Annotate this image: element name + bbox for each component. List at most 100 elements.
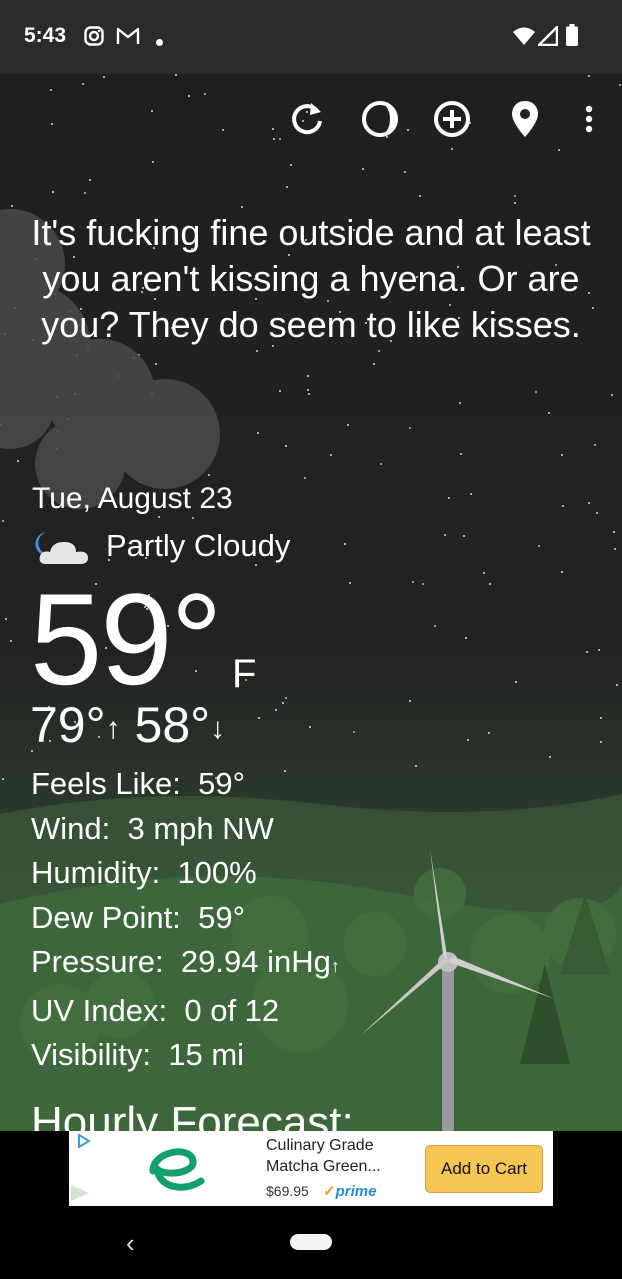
star	[10, 640, 12, 642]
detail-visibility: Visibility: 15 mi	[31, 1037, 245, 1072]
star	[307, 375, 309, 377]
star	[286, 186, 288, 188]
condition-text: Partly Cloudy	[106, 528, 291, 563]
star	[415, 765, 417, 767]
back-icon[interactable]: ‹	[126, 1228, 135, 1259]
moon-phase-icon[interactable]	[357, 96, 403, 142]
star	[308, 393, 310, 395]
star	[600, 717, 602, 719]
star	[89, 179, 91, 181]
star	[404, 171, 406, 173]
star	[586, 651, 588, 653]
star	[258, 717, 260, 719]
star	[434, 625, 436, 627]
temperature-unit: F	[232, 652, 257, 696]
low-temperature: 58°	[134, 697, 211, 753]
star	[84, 192, 86, 194]
ad-product-title[interactable]: Culinary Grade Matcha Green...	[266, 1135, 416, 1177]
star	[488, 732, 490, 734]
star	[616, 684, 618, 686]
star	[549, 756, 551, 758]
snarky-quote: It's fucking fine outside and at least y…	[31, 212, 591, 345]
star	[419, 195, 421, 197]
status-bar: 5:43	[0, 0, 622, 74]
weather-scene: It's fucking fine outside and at least y…	[0, 74, 622, 1131]
star	[598, 649, 600, 651]
ad-price: $69.95	[266, 1183, 309, 1199]
add-location-icon[interactable]	[429, 96, 475, 142]
star	[152, 161, 154, 163]
star	[362, 168, 364, 170]
product-logo-icon	[143, 1137, 207, 1204]
notification-dot-icon	[156, 33, 163, 51]
star	[422, 583, 424, 585]
star	[465, 637, 467, 639]
detail-humidity: Humidity: 100%	[31, 855, 257, 890]
star	[290, 164, 292, 166]
star	[50, 89, 52, 91]
home-pill[interactable]	[290, 1234, 332, 1250]
ad-choices-icon[interactable]	[77, 1133, 91, 1153]
refresh-icon[interactable]	[284, 96, 330, 142]
star	[330, 454, 332, 456]
add-to-cart-button[interactable]: Add to Cart	[425, 1145, 543, 1193]
arrow-up-icon: ↑	[105, 712, 121, 745]
star	[596, 512, 598, 514]
current-date: Tue, August 23	[32, 482, 233, 515]
star	[600, 741, 602, 743]
toolbar	[0, 96, 622, 146]
star	[548, 412, 550, 414]
star	[611, 394, 613, 396]
ad-banner[interactable]: Culinary Grade Matcha Green... $69.95 ✓p…	[69, 1131, 553, 1206]
star	[451, 148, 453, 150]
star	[204, 93, 206, 95]
star	[515, 681, 517, 683]
star	[279, 390, 281, 392]
location-pin-icon[interactable]	[502, 96, 548, 142]
star	[275, 709, 277, 711]
star	[588, 75, 590, 77]
star	[309, 726, 311, 728]
star	[285, 445, 287, 447]
star	[459, 402, 461, 404]
star	[594, 444, 596, 446]
detail-feels-like: Feels Like: 59°	[31, 766, 246, 801]
star	[562, 505, 564, 507]
star	[373, 363, 375, 365]
weather-details: Feels Like: 59° Wind: 3 mph NW Humidity:…	[31, 762, 340, 1078]
ad-play-icon	[69, 1183, 91, 1208]
star	[448, 497, 450, 499]
star	[467, 739, 469, 741]
overflow-menu-icon[interactable]	[566, 96, 612, 142]
star	[285, 697, 287, 699]
star	[489, 583, 491, 585]
star	[380, 463, 382, 465]
star	[614, 548, 616, 550]
star	[409, 700, 411, 702]
star	[257, 432, 259, 434]
ad-prime-badge: ✓prime	[323, 1183, 377, 1200]
star	[619, 84, 621, 86]
battery-icon	[566, 24, 578, 51]
hourly-forecast-heading: Hourly Forecast:	[31, 1098, 354, 1131]
star	[52, 191, 54, 193]
star	[483, 572, 485, 574]
star	[558, 149, 560, 151]
high-low-row: 79°↑ 58°↓	[30, 696, 225, 754]
star	[304, 477, 306, 479]
star	[344, 543, 346, 545]
detail-dew-point: Dew Point: 59°	[31, 899, 246, 935]
wifi-icon	[512, 26, 536, 51]
star	[241, 206, 243, 208]
star	[613, 531, 615, 533]
star	[538, 545, 540, 547]
star	[409, 427, 411, 429]
star	[412, 581, 414, 583]
star	[103, 76, 105, 78]
star	[514, 195, 516, 197]
system-nav-bar: ‹	[0, 1206, 622, 1279]
star	[470, 493, 472, 495]
star	[175, 74, 177, 76]
star	[561, 454, 563, 456]
cell-signal-icon	[536, 24, 559, 51]
